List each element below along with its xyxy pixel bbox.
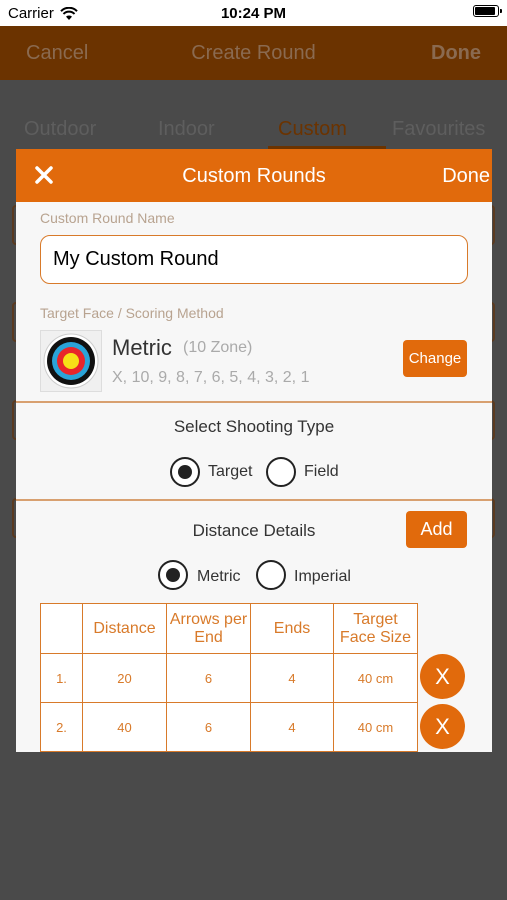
shooting-type-title: Select Shooting Type [173, 417, 335, 436]
header-ends: Ends [250, 603, 334, 654]
header-target-face-size: Target Face Size [333, 603, 418, 654]
background-nav-bar: Cancel Create Round Done [0, 26, 507, 80]
row-arrows[interactable]: 6 [166, 653, 251, 703]
divider [16, 499, 492, 501]
background-overlay [0, 752, 507, 900]
header-distance: Distance [82, 603, 167, 654]
modal-header: Custom Rounds Done [16, 149, 492, 202]
radio-metric[interactable] [158, 560, 188, 590]
background-tab-outdoor: Outdoor [24, 118, 97, 140]
done-button[interactable]: Done [442, 165, 490, 188]
table-row[interactable]: 2. 40 6 4 40 cm [40, 702, 418, 752]
status-bar: Carrier 10:24 PM [0, 0, 507, 26]
row-distance[interactable]: 20 [82, 653, 167, 703]
table-header-row: Distance Arrows per End Ends Target Face… [40, 603, 418, 654]
round-name-input[interactable] [40, 235, 468, 284]
background-tab-custom: Custom [278, 118, 347, 140]
target-face-label: Target Face / Scoring Method [40, 305, 224, 321]
row-distance[interactable]: 40 [82, 702, 167, 752]
header-index [40, 603, 83, 654]
row-ends[interactable]: 4 [250, 653, 334, 703]
distance-table: Distance Arrows per End Ends Target Face… [40, 603, 418, 752]
row-ends[interactable]: 4 [250, 702, 334, 752]
archery-target-icon [40, 330, 102, 392]
radio-field[interactable] [266, 457, 296, 487]
row-face-size[interactable]: 40 cm [333, 702, 418, 752]
header-arrows-per-end: Arrows per End [166, 603, 251, 654]
background-tab-indoor: Indoor [158, 118, 215, 140]
table-row[interactable]: 1. 20 6 4 40 cm [40, 653, 418, 703]
radio-target[interactable] [170, 457, 200, 487]
status-time: 10:24 PM [220, 5, 287, 22]
row-face-size[interactable]: 40 cm [333, 653, 418, 703]
scoring-values: X, 10, 9, 8, 7, 6, 5, 4, 3, 2, 1 [112, 369, 310, 386]
change-target-button[interactable]: Change [403, 340, 467, 377]
scoring-zone-count: (10 Zone) [183, 339, 253, 356]
background-done-button: Done [431, 42, 481, 64]
background-tab-favourites: Favourites [392, 118, 486, 140]
background-tabs: Outdoor Indoor Custom Favourites [0, 80, 507, 150]
radio-imperial[interactable] [256, 560, 286, 590]
divider [16, 401, 492, 403]
scoring-method-name: Metric [112, 335, 172, 360]
round-name-label: Custom Round Name [40, 210, 175, 226]
radio-field-label: Field [304, 463, 339, 480]
row-index: 1. [40, 653, 83, 703]
row-arrows[interactable]: 6 [166, 702, 251, 752]
custom-rounds-modal: Custom Rounds Done Custom Round Name Tar… [16, 149, 492, 752]
modal-title: Custom Rounds [182, 165, 326, 187]
status-right [469, 5, 502, 17]
radio-imperial-label: Imperial [294, 568, 351, 585]
add-distance-button[interactable]: Add [406, 511, 467, 548]
battery-icon [473, 5, 502, 17]
delete-row-1-button[interactable]: X [420, 654, 465, 699]
delete-row-2-button[interactable]: X [420, 704, 465, 749]
radio-target-label: Target [208, 463, 253, 480]
radio-metric-label: Metric [197, 568, 241, 585]
row-index: 2. [40, 702, 83, 752]
